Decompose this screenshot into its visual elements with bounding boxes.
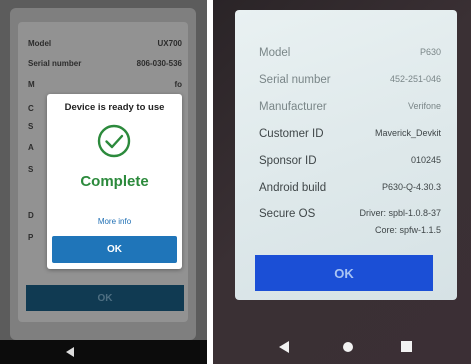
info-label: Serial number xyxy=(28,59,82,68)
background-ok-button[interactable]: OK xyxy=(26,285,184,311)
info-row: Model P630 xyxy=(259,47,441,69)
android-nav-bar xyxy=(0,340,207,364)
info-row: Android build P630-Q-4.30.3 xyxy=(259,182,441,204)
info-row: Manufacturer Verifone xyxy=(259,101,441,123)
info-label: C xyxy=(28,104,34,113)
info-value: 452-251-046 xyxy=(389,74,441,84)
info-label: D xyxy=(28,211,34,220)
info-label: Serial number xyxy=(259,74,331,86)
info-value: P630-Q-4.30.3 xyxy=(381,182,441,192)
info-label: Model xyxy=(259,47,291,59)
ready-dialog: Device is ready to use Complete More inf… xyxy=(47,94,182,269)
info-value: UX700 xyxy=(157,39,182,48)
info-row: Sponsor ID 010245 xyxy=(259,155,441,177)
info-row: Secure OS Driver: spbl-1.0.8-37 Core: sp… xyxy=(259,208,441,242)
info-label: A xyxy=(28,143,34,152)
dialog-title: Device is ready to use xyxy=(64,102,165,113)
info-label: M xyxy=(28,80,35,89)
info-value: 010245 xyxy=(410,155,441,165)
info-label: Secure OS xyxy=(259,208,316,220)
info-value: Driver: spbl-1.0.8-37 xyxy=(359,208,441,218)
status-text: Complete xyxy=(80,173,149,190)
check-circle-icon xyxy=(97,124,131,158)
info-label: Model xyxy=(28,39,52,48)
info-value: 806-030-536 xyxy=(136,59,182,68)
info-row: Customer ID Maverick_Devkit xyxy=(259,128,441,150)
right-screen: Model P630 Serial number 452-251-046 Man… xyxy=(235,10,457,300)
info-value: Maverick_Devkit xyxy=(374,128,441,138)
android-nav-bar xyxy=(213,330,471,364)
info-row: M fo xyxy=(28,80,182,94)
secure-os-core: Core: spfw-1.1.5 xyxy=(374,225,441,235)
info-value: Verifone xyxy=(407,101,441,111)
recent-apps-icon[interactable] xyxy=(401,341,412,352)
back-icon[interactable] xyxy=(279,341,289,353)
info-label: Sponsor ID xyxy=(259,155,317,167)
home-icon[interactable] xyxy=(343,342,353,352)
info-label: S xyxy=(28,165,34,174)
info-row: Model UX700 xyxy=(28,39,182,53)
ok-button[interactable]: OK xyxy=(255,255,433,291)
back-icon[interactable] xyxy=(66,347,74,357)
info-value: P630 xyxy=(419,47,441,57)
left-device: Model UX700 Serial number 806-030-536 M … xyxy=(0,0,207,364)
info-value: fo xyxy=(174,80,182,89)
info-label: Manufacturer xyxy=(259,101,327,113)
more-info-link[interactable]: More info xyxy=(47,217,182,226)
info-label: S xyxy=(28,122,34,131)
info-label: Android build xyxy=(259,182,327,194)
right-device: Model P630 Serial number 452-251-046 Man… xyxy=(213,0,471,364)
info-row: Serial number 452-251-046 xyxy=(259,74,441,96)
info-row: Serial number 806-030-536 xyxy=(28,59,182,73)
info-label: P xyxy=(28,233,34,242)
info-label: Customer ID xyxy=(259,128,324,140)
dialog-ok-button[interactable]: OK xyxy=(52,236,177,263)
